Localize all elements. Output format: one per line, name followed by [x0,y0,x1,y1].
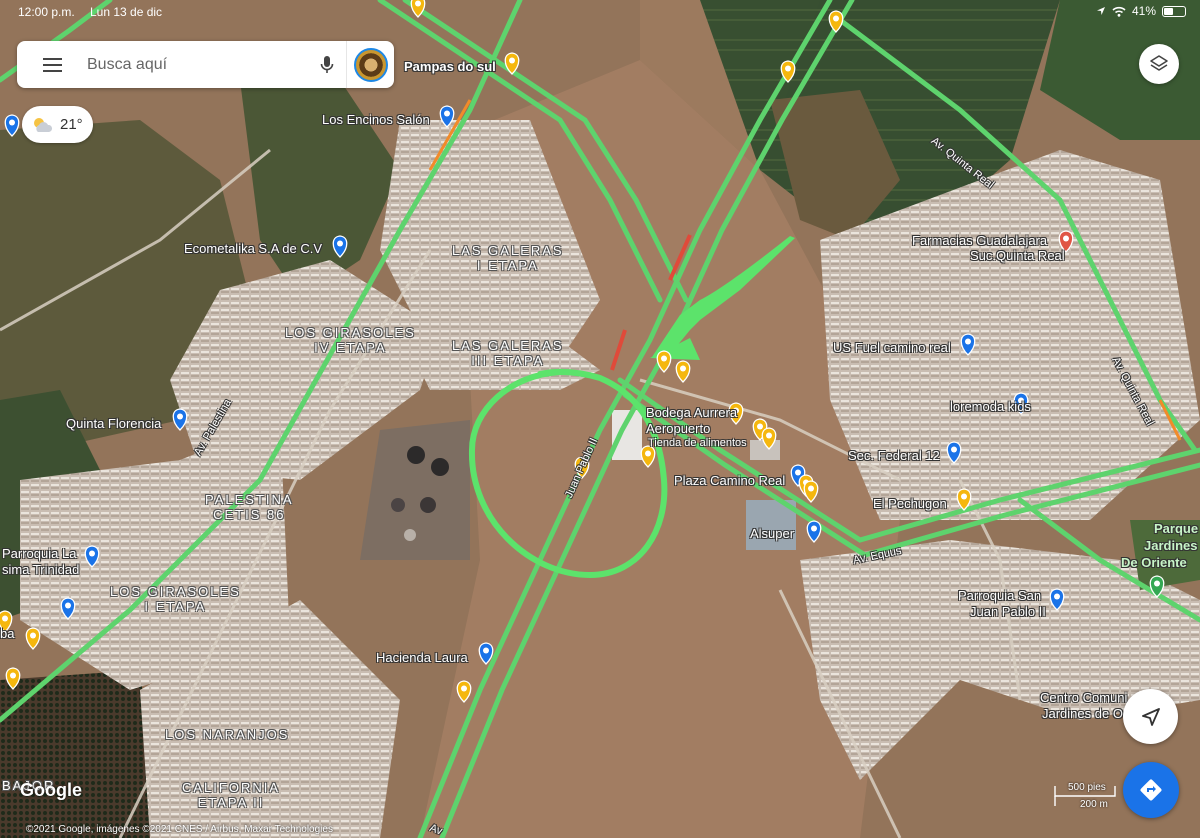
satellite-map[interactable] [0,0,1200,838]
place-us-fuel[interactable]: US Fuel camino real [833,340,951,355]
place-de-oriente[interactable]: De Oriente [1121,555,1187,570]
place-quinta-florencia[interactable]: Quinta Florencia [66,416,161,431]
avatar [353,47,388,82]
layers-icon [1150,55,1168,71]
tank [407,446,425,464]
temperature: 21° [60,116,83,133]
area-palestina-cetis-86: PALESTINA CETIS 86 [205,492,294,522]
place-pampas-do-sul[interactable]: Pampas do sul [404,59,496,74]
google-logo: Google [20,780,82,800]
place-parroquia-san[interactable]: Parroquia San [958,588,1041,603]
scale-metric: 200 m [1080,799,1108,810]
place-loremoda-kids[interactable]: loremoda kids [950,399,1031,414]
battery-icon [1162,5,1186,17]
orchard [0,670,160,838]
place-ecometalika[interactable]: Ecometalika S.A de C.V [184,241,322,256]
copyright-text[interactable]: ©2021 Google, imágenes ©2021 CNES / Airb… [26,824,333,835]
directions-icon [1140,779,1162,801]
location-icon [1096,7,1105,15]
status-time: 12:00 p.m. [18,5,75,19]
partly-cloudy-icon [34,117,53,132]
place-tienda-alimentos: Tienda de alimentos [648,437,747,449]
battery-percent: 41% [1131,4,1156,18]
place-sec-federal-12[interactable]: Sec. Federal 12 [848,448,940,463]
area-california-ii: CALIFORNIA ETAPA II [182,780,281,810]
place-parroquia-la[interactable]: Parroquia La [2,546,76,561]
place-bodega-aurrera[interactable]: Bodega Aurrera [646,405,737,420]
wifi-icon [1112,6,1126,17]
area-los-naranjos: LOS NARANJOS [165,727,290,742]
menu-icon[interactable] [17,41,87,88]
directions-button[interactable] [1123,762,1179,818]
layers-button[interactable] [1139,44,1179,84]
tank [431,458,449,476]
place-parque[interactable]: Parque [1154,521,1198,536]
place-alsuper[interactable]: Alsuper [750,526,794,541]
place-hacienda-laura[interactable]: Hacienda Laura [376,650,468,665]
place-ba[interactable]: ba [0,626,14,641]
status-date: Lun 13 de dic [90,5,163,19]
place-jardines[interactable]: Jardines [1144,538,1197,553]
place-suc-quinta-real[interactable]: Suc.Quinta Real [970,248,1065,263]
tank [420,497,436,513]
tank [404,529,416,541]
area-los-girasoles-i: LOS GIRASOLES I ETAPA [110,584,241,614]
place-sima-trinidad[interactable]: sima Trinidad [2,562,79,577]
weather-chip[interactable]: 21° [22,106,93,143]
area-los-girasoles-iv: LOS GIRASOLES IV ETAPA [285,325,416,355]
search-box[interactable]: Busca aquí [17,41,394,88]
place-jardines-de-oriente[interactable]: Jardines de O [1042,706,1123,721]
search-input[interactable]: Busca aquí [87,56,308,74]
place-farmacias-guadalajara[interactable]: Farmacias Guadalajara [912,233,1047,248]
area-las-galeras-i: LAS GALERAS I ETAPA [452,243,564,273]
compass-icon [1141,707,1160,726]
place-centro-comunitario[interactable]: Centro Comuni [1040,690,1127,705]
status-indicators: 41% [1096,4,1186,18]
account-button[interactable] [346,41,394,88]
scale-imperial: 500 pies [1068,782,1106,793]
my-location-button[interactable] [1123,689,1178,744]
map-scale: 500 pies 200 m [1054,782,1116,810]
place-aeropuerto[interactable]: Aeropuerto [646,421,710,436]
tank [391,498,405,512]
status-bar: 12:00 p.m. Lun 13 de dic 41% [0,0,1200,24]
microphone-icon[interactable] [308,41,346,88]
area-las-galeras-iii: LAS GALERAS III ETAPA [452,338,564,368]
place-el-pechugon[interactable]: El Pechugon [873,496,947,511]
place-los-encinos[interactable]: Los Encinos Salón [322,112,430,127]
place-plaza-camino-real[interactable]: Plaza Camino Real [674,473,785,488]
battery-level [1164,7,1174,15]
place-juan-pablo-ii[interactable]: Juan Pablo II [970,604,1046,619]
